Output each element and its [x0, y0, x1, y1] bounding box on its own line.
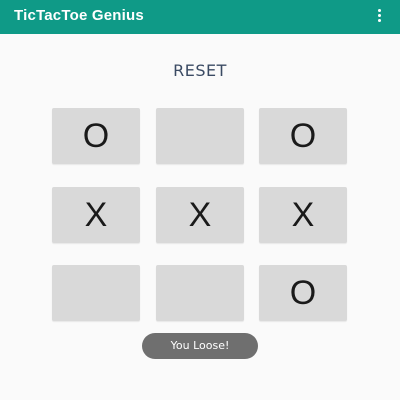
more-vert-icon[interactable]	[376, 9, 382, 25]
game-screen: RESET O O X X X O You Loose!	[0, 34, 400, 400]
board-cell-r2-c1[interactable]: X	[52, 187, 140, 243]
board-cell-r1-c2[interactable]	[156, 108, 244, 164]
board-cell-r1-c3[interactable]: O	[259, 108, 347, 164]
board-cell-r3-c2[interactable]	[156, 265, 244, 321]
game-board: O O X X X O	[52, 108, 348, 324]
board-cell-r2-c2[interactable]: X	[156, 187, 244, 243]
app-title: TicTacToe Genius	[14, 7, 144, 24]
result-toast: You Loose!	[142, 333, 258, 359]
board-cell-r3-c1[interactable]	[52, 265, 140, 321]
board-cell-r3-c3[interactable]: O	[259, 265, 347, 321]
reset-button[interactable]: RESET	[158, 58, 242, 84]
board-cell-r2-c3[interactable]: X	[259, 187, 347, 243]
app-bar: TicTacToe Genius	[0, 0, 400, 34]
board-cell-r1-c1[interactable]: O	[52, 108, 140, 164]
